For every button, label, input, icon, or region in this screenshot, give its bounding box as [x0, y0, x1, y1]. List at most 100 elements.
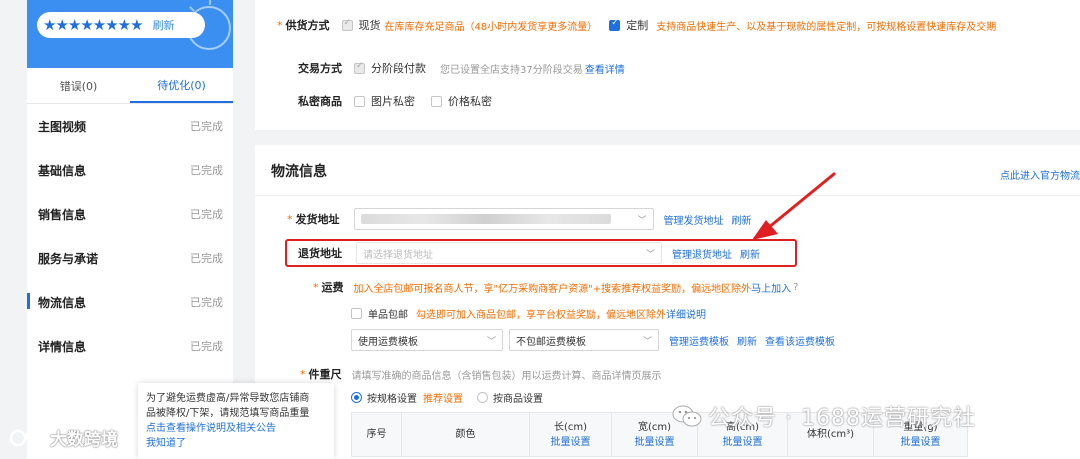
sidebar-item-logistics[interactable]: 物流信息 已完成: [27, 280, 233, 324]
blurred-address: [360, 214, 611, 224]
watermark-right: 公众号 · 1688运营研究社: [672, 400, 976, 432]
chevron-down-icon: ﹀: [637, 215, 647, 226]
watermark-right-text: 公众号 · 1688运营研究社: [708, 406, 976, 431]
official-logistics-link[interactable]: 点此进入官方物流: [1000, 167, 1080, 182]
freight-label: 运费: [321, 281, 344, 294]
batch-set-link[interactable]: 批量设置: [616, 435, 693, 450]
sidebar-item-service[interactable]: 服务与承诺 已完成: [27, 236, 233, 280]
size-weight-note: 请填写准确的商品信息（含销售包装）用以运费计算、商品详情页展示: [351, 370, 662, 382]
watermark-left: 大数跨境: [8, 425, 118, 450]
wechat-icon: [672, 405, 702, 427]
price-private-checkbox[interactable]: [431, 95, 442, 107]
single-free-ship-note: 勾选即可加入商品包邮，享平台权益奖励，偏远地区除外: [416, 310, 666, 321]
popup-line: 品被降权/下架，请规范填写商品重量: [146, 408, 310, 419]
sidebar-item-status: 已完成: [190, 164, 223, 177]
by-product-radio[interactable]: [477, 392, 488, 403]
popup-ok-link[interactable]: 我知道了: [146, 436, 326, 451]
batch-set-link[interactable]: 批量设置: [534, 435, 607, 450]
required-mark: *: [277, 18, 283, 32]
sidebar-item-status: 已完成: [190, 340, 223, 353]
manage-ship-address-link[interactable]: 管理发货地址: [664, 212, 724, 227]
size-mode-row: 按规格设置 推荐设置 按商品设置: [351, 390, 543, 405]
required-mark: *: [313, 280, 319, 294]
sun-ray: [180, 26, 185, 28]
spot-checkbox[interactable]: [341, 18, 353, 31]
score-banner: ★★★★★★★★ 刷新: [27, 0, 233, 68]
col-color: 颜色: [401, 412, 530, 457]
return-refresh-link[interactable]: 刷新: [740, 246, 760, 261]
popup-guide-link[interactable]: 点击查看操作说明及相关公告: [146, 421, 326, 436]
rating-stars: ★★★★★★★★: [43, 16, 144, 34]
freight-row: * 运费 加入全店包邮可报名商人节，享"亿万采购商客户资源"+搜索推荐权益奖励，…: [313, 279, 798, 295]
view-template-link[interactable]: 查看该运费模板: [765, 333, 835, 348]
chevron-down-icon: ﹀: [645, 249, 655, 260]
by-spec-radio[interactable]: [351, 392, 362, 403]
trade-detail-link[interactable]: 查看详情: [585, 61, 625, 76]
spot-option: 现货: [358, 19, 381, 32]
return-address-label: 退货地址: [298, 247, 342, 260]
use-template-value: 使用运费模板: [358, 336, 418, 348]
watermark-left-text: 大数跨境: [50, 430, 118, 450]
private-label: 私密商品: [298, 95, 342, 108]
batch-set-link[interactable]: 批量设置: [702, 435, 783, 450]
staged-pay-option: 分阶段付款: [371, 62, 426, 75]
not-free-template-select[interactable]: 不包邮运费模板 ﹀: [509, 329, 659, 351]
required-mark: *: [287, 212, 293, 226]
help-icon[interactable]: ?: [793, 282, 798, 293]
freight-note: 加入全店包邮可报名商人节，享"亿万采购商客户资源"+搜索推荐权益奖励，偏远地区除…: [353, 283, 752, 295]
manage-return-address-link[interactable]: 管理退货地址: [672, 246, 732, 261]
brand-logo-icon: [9, 429, 44, 446]
divider: [255, 195, 1080, 196]
ship-address-label: 发货地址: [295, 213, 340, 226]
weight-tip-popup: 为了避免运费虚高/异常导致您店铺商 品被降权/下架，请规范填写商品重量 点击查看…: [138, 383, 334, 459]
score-refresh-link[interactable]: 刷新: [153, 17, 175, 33]
custom-option: 定制: [626, 19, 649, 32]
trade-row: 交易方式 分阶段付款 您已设置全店支持37分阶段交易 查看详情: [298, 60, 625, 76]
price-private-option: 价格私密: [448, 95, 492, 108]
freight-template-row: 使用运费模板 ﹀ 不包邮运费模板 ﹀ 管理运费模板 刷新 查看该运费模板: [351, 329, 835, 351]
trade-label: 交易方式: [298, 62, 342, 75]
single-free-ship-label: 单品包邮: [368, 310, 408, 321]
sidebar-tabs: 错误(0) 待优化(0): [27, 68, 233, 104]
sidebar-item-status: 已完成: [190, 252, 223, 265]
tab-errors[interactable]: 错误(0): [27, 68, 130, 103]
sidebar-item-basic-info[interactable]: 基础信息 已完成: [27, 148, 233, 192]
join-now-link[interactable]: 马上加入: [751, 280, 791, 295]
manage-template-link[interactable]: 管理运费模板: [669, 333, 729, 348]
sidebar-item-sales-info[interactable]: 销售信息 已完成: [27, 192, 233, 236]
size-weight-row: * 件重尺 请填写准确的商品信息（含销售包装）用以运费计算、商品详情页展示: [300, 366, 662, 382]
size-weight-label: 件重尺: [308, 368, 342, 381]
supply-label: 供货方式: [285, 19, 330, 32]
supply-panel: * 供货方式 现货 在库库存充足商品（48小时内发货享更多流量） 定制 支持商品…: [255, 0, 1080, 130]
ship-address-row: * 发货地址 ﹀ 管理发货地址 刷新: [287, 208, 752, 230]
by-product-label: 按商品设置: [493, 394, 543, 405]
single-free-ship-checkbox[interactable]: [351, 308, 362, 319]
sun-ray: [189, 6, 195, 12]
popup-line: 为了避免运费虚高/异常导致您店铺商: [146, 393, 310, 404]
sun-icon: [187, 6, 231, 50]
supply-row: * 供货方式 现货 在库库存充足商品（48小时内发货享更多流量） 定制 支持商品…: [277, 17, 996, 33]
sidebar-item-status: 已完成: [190, 120, 223, 133]
custom-checkbox[interactable]: [609, 18, 621, 31]
sidebar-item-label: 基础信息: [38, 163, 87, 178]
return-address-row: 退货地址 请选择退货地址 ﹀ 管理退货地址 刷新: [298, 242, 760, 264]
return-address-placeholder: 请选择退货地址: [363, 249, 433, 261]
ship-address-select[interactable]: ﹀: [353, 208, 654, 230]
section-title: 物流信息: [271, 164, 327, 180]
staged-pay-checkbox[interactable]: [354, 61, 365, 74]
sidebar-item-main-video[interactable]: 主图视频 已完成: [27, 104, 233, 148]
tab-to-optimize[interactable]: 待优化(0): [130, 68, 233, 103]
image-private-checkbox[interactable]: [354, 95, 365, 107]
single-free-ship-row: 单品包邮 勾选即可加入商品包邮，享平台权益奖励，偏远地区除外 详细说明: [351, 306, 706, 321]
batch-set-link[interactable]: 批量设置: [878, 435, 963, 450]
spot-note: 在库库存充足商品（48小时内发货享更多流量）: [384, 21, 598, 33]
use-template-select[interactable]: 使用运费模板 ﹀: [351, 329, 503, 351]
sidebar-item-label: 销售信息: [38, 207, 87, 222]
chevron-down-icon: ﹀: [642, 336, 652, 347]
template-refresh-link[interactable]: 刷新: [737, 333, 757, 348]
col-length-label: 长(cm): [553, 421, 588, 433]
detail-link[interactable]: 详细说明: [666, 306, 706, 321]
return-address-select[interactable]: 请选择退货地址 ﹀: [356, 242, 662, 264]
sidebar-item-details[interactable]: 详情信息 已完成: [27, 324, 233, 368]
sidebar-item-label: 服务与承诺: [38, 251, 99, 266]
